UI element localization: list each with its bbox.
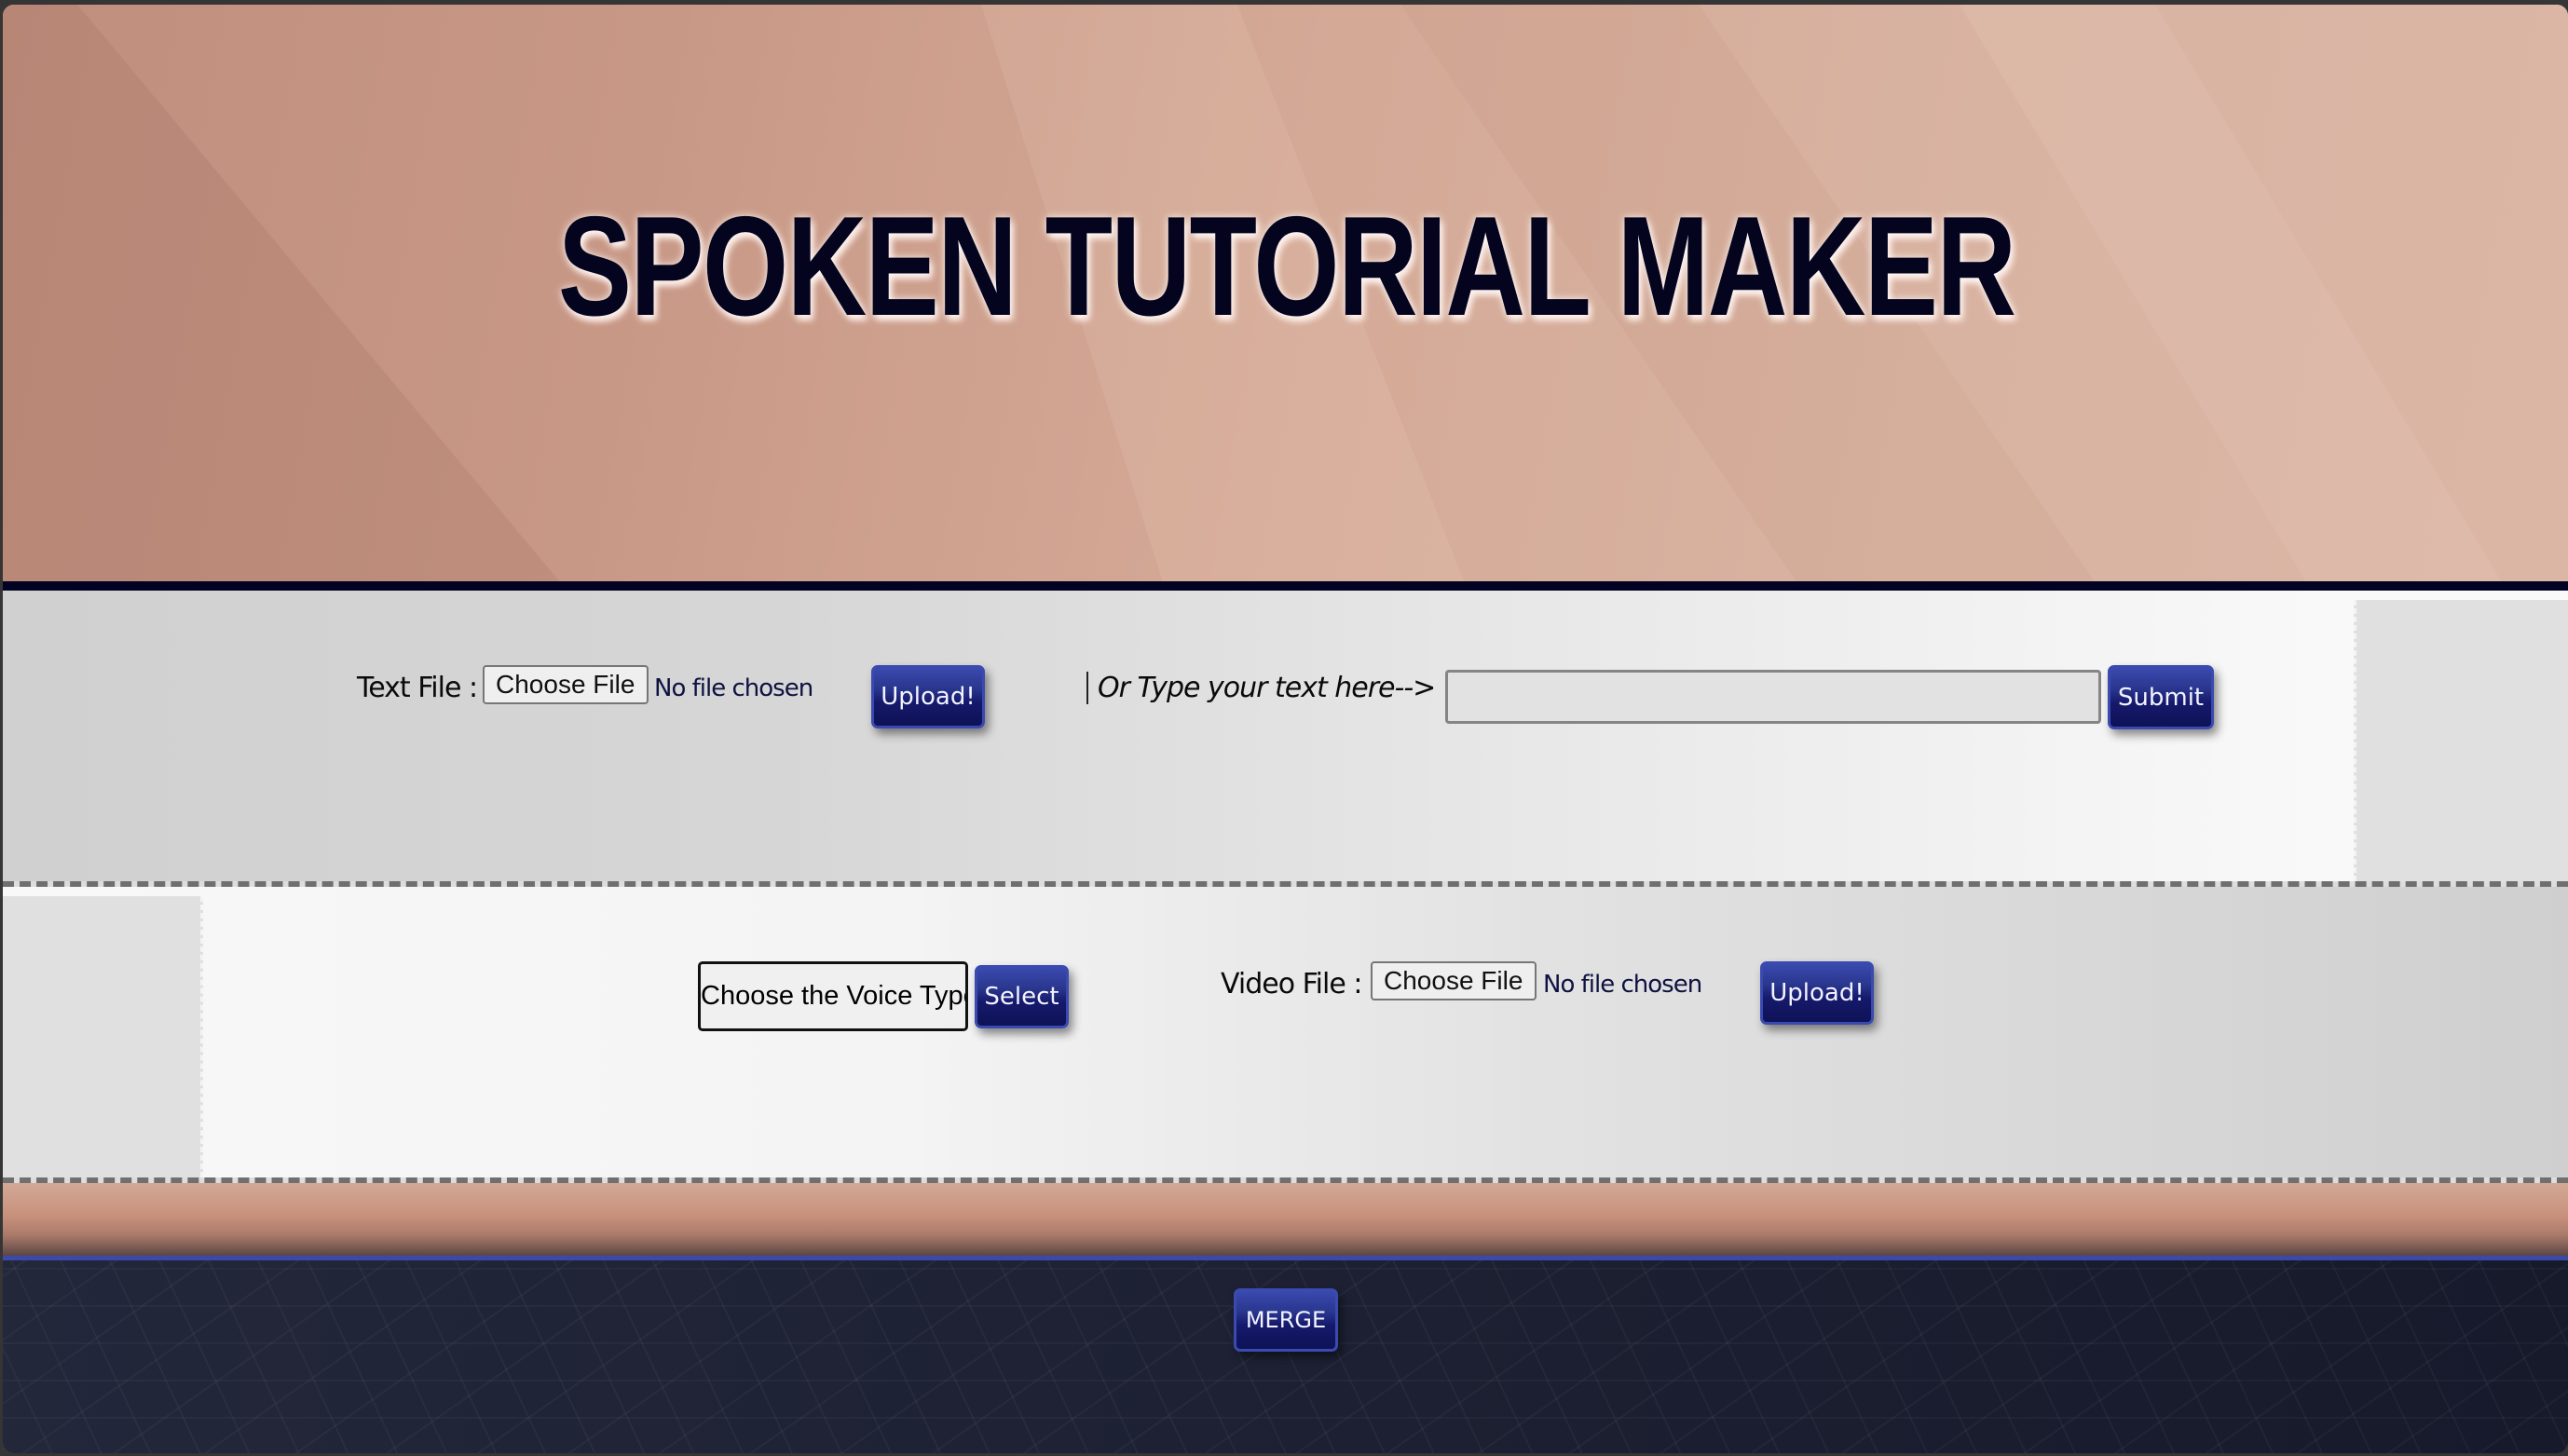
merge-button[interactable]: MERGE — [1234, 1288, 1338, 1352]
decorative-band — [3, 1183, 2568, 1256]
voice-select-button[interactable]: Select — [975, 965, 1069, 1028]
text-file-choose-button[interactable]: Choose File — [483, 665, 649, 704]
text-file-label: Text File : — [357, 672, 478, 704]
voice-type-select[interactable]: Choose the Voice Type: — [698, 961, 968, 1031]
video-upload-button[interactable]: Upload! — [1760, 961, 1874, 1025]
text-input-section — [3, 591, 2568, 881]
video-file-choose-button[interactable]: Choose File — [1371, 961, 1537, 1000]
video-file-status: No file chosen — [1543, 971, 1702, 999]
text-file-status: No file chosen — [654, 674, 813, 702]
page-title: SPOKEN TUTORIAL MAKER — [557, 187, 2016, 346]
voice-type-selected: Choose the Voice Type: — [701, 981, 968, 1011]
video-file-label: Video File : — [1221, 968, 1362, 1000]
text-upload-button[interactable]: Upload! — [871, 665, 985, 728]
submit-button[interactable]: Submit — [2108, 665, 2214, 729]
decorative-panel — [3, 896, 203, 1177]
header-divider — [3, 581, 2568, 591]
header-banner: SPOKEN TUTORIAL MAKER — [3, 5, 2568, 581]
decorative-panel — [2354, 600, 2568, 881]
app-window: SPOKEN TUTORIAL MAKER Text File : Choose… — [3, 5, 2568, 1453]
voice-video-section — [3, 887, 2568, 1177]
text-entry-input[interactable] — [1445, 670, 2101, 724]
type-text-prompt: Or Type your text here--> — [1086, 672, 1436, 704]
